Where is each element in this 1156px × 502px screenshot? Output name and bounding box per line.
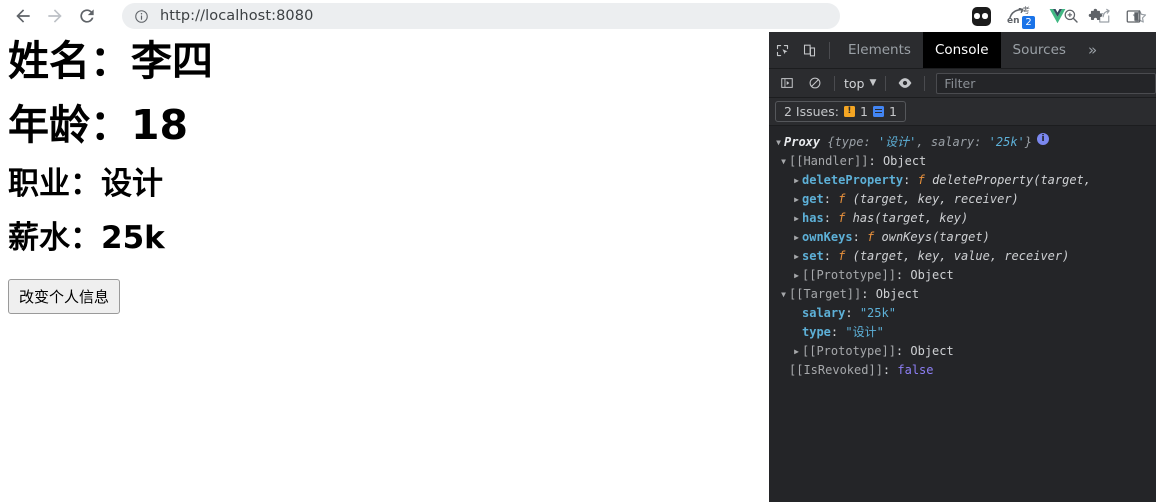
console-line-text: [[Prototype]]: Object [802,268,954,282]
browser-toolbar: http://localhost:8080 考 en 2 [0,0,1156,32]
console-line-target-type[interactable]: type: "设计" [769,323,1156,342]
info-count: 1 [888,104,897,119]
back-arrow-icon [16,9,30,23]
console-line-text: [[IsRevoked]]: false [789,363,934,377]
toolbar-right-icons: 考 en 2 [971,0,1156,32]
console-line-deleteProperty[interactable]: deleteProperty: f deleteProperty(target, [769,171,1156,190]
tab-elements[interactable]: Elements [836,32,923,68]
more-tabs-chevron-icon[interactable]: » [1078,32,1107,68]
disclosure-triangle-icon[interactable] [778,152,789,171]
job-heading: 职业：设计 [8,166,163,203]
console-line-text: deleteProperty: f deleteProperty(target, [802,173,1092,187]
live-expression-eye-icon[interactable] [891,69,919,97]
disclosure-triangle-icon[interactable] [791,209,802,228]
console-toolbar-divider-2 [885,75,887,91]
page-viewport: 姓名：李四 年龄：18 职业：设计 薪水：25k 改变个人信息 [0,32,769,502]
salary-heading: 薪水：25k [8,219,165,256]
device-toolbar-icon[interactable] [796,32,823,68]
url-text: http://localhost:8080 [160,8,314,24]
devtools-tabs: Elements Console Sources [836,32,1078,68]
warning-icon: ! [843,106,855,117]
chevron-down-icon: ▼ [869,78,877,88]
disclosure-triangle-icon[interactable] [791,266,802,285]
back-button[interactable] [8,1,38,31]
tabbar-divider [829,41,830,59]
console-toolbar: top ▼ Filter [769,69,1156,98]
devtools-tabbar: Elements Console Sources » [769,32,1156,69]
info-message-icon [872,106,884,117]
reload-button[interactable] [72,1,102,31]
disclosure-triangle-icon[interactable] [791,228,802,247]
vue-devtools-icon[interactable] [1040,0,1074,32]
console-line-has[interactable]: has: f has(target, key) [769,209,1156,228]
extensions-puzzle-icon[interactable] [1078,0,1112,32]
devtools-panel: Elements Console Sources » top ▼ Filter … [769,32,1156,502]
console-line-handler-prototype[interactable]: [[Prototype]]: Object [769,266,1156,285]
console-sidebar-icon[interactable] [773,69,801,97]
translate-target-lang: en [1007,16,1020,26]
console-line-text: type: "设计" [802,325,884,339]
console-line-text: [[Target]]: Object [789,287,920,301]
console-filter-placeholder: Filter [944,75,976,91]
change-info-button[interactable]: 改变个人信息 [8,279,121,315]
console-line-text: get: f (target, key, receiver) [802,192,1019,206]
issues-chip[interactable]: 2 Issues: ! 1 1 [775,101,906,122]
disclosure-triangle-icon[interactable] [773,133,784,152]
console-line-isrevoked[interactable]: [[IsRevoked]]: false [769,361,1156,380]
side-panel-icon[interactable] [1116,0,1150,32]
console-line-text: [[Prototype]]: Object [802,344,954,358]
console-line-text: Proxy {type: '设计', salary: '25k'} [784,135,1033,149]
disclosure-triangle-icon[interactable] [791,247,802,266]
age-heading: 年龄：18 [8,101,189,150]
translate-source-lang: 考 [1022,6,1030,15]
extension-icons: 考 en 2 [964,0,1150,32]
console-line-target-salary[interactable]: salary: "25k" [769,304,1156,323]
disclosure-triangle-icon[interactable] [778,285,789,304]
console-line-text: salary: "25k" [802,306,896,320]
translate-badge-count: 2 [1022,16,1035,29]
inspect-element-icon[interactable] [769,32,796,68]
console-line-handler[interactable]: [[Handler]]: Object [769,152,1156,171]
issues-label: 2 Issues: [784,104,839,119]
name-heading: 姓名：李四 [8,37,213,85]
tab-sources[interactable]: Sources [1001,32,1078,68]
disclosure-triangle-icon[interactable] [791,190,802,209]
console-line-ownKeys[interactable]: ownKeys: f ownKeys(target) [769,228,1156,247]
site-info-icon[interactable] [131,6,151,26]
forward-arrow-icon [48,9,62,23]
navigation-buttons [0,1,102,31]
console-line-target[interactable]: [[Target]]: Object [769,285,1156,304]
console-filter-input[interactable]: Filter [936,72,1156,94]
browser-window: http://localhost:8080 考 en 2 姓名：李四 年龄：18… [0,0,1156,502]
issues-bar: 2 Issues: ! 1 1 [769,98,1156,126]
console-line-set[interactable]: set: f (target, key, value, receiver) [769,247,1156,266]
console-context-label: top [844,75,865,91]
disclosure-triangle-icon[interactable] [791,342,802,361]
console-toolbar-divider-1 [834,75,835,91]
page-content: 姓名：李四 年龄：18 职业：设计 薪水：25k 改变个人信息 [0,32,769,315]
clear-console-icon[interactable] [801,69,829,97]
console-line-text: set: f (target, key, value, receiver) [802,249,1070,263]
console-line-text: has: f has(target, key) [802,211,969,225]
warning-count: 1 [859,104,868,119]
disclosure-triangle-icon[interactable] [791,171,802,190]
reader-extension-icon[interactable] [964,0,998,32]
address-bar[interactable]: http://localhost:8080 [122,3,840,29]
console-info-badge[interactable]: i [1037,133,1050,145]
console-line-get[interactable]: get: f (target, key, receiver) [769,190,1156,209]
reload-icon [80,9,94,23]
console-line-text: [[Handler]]: Object [789,154,927,168]
console-line-proxy-root[interactable]: Proxy {type: '设计', salary: '25k'} i [769,133,1156,152]
console-line-text: ownKeys: f ownKeys(target) [802,230,990,244]
translate-extension-icon[interactable]: 考 en 2 [1002,0,1036,32]
forward-button[interactable] [40,1,70,31]
console-output: Proxy {type: '设计', salary: '25k'} i [[Hand… [769,126,1156,502]
console-context-selector[interactable]: top ▼ [840,76,880,91]
console-toolbar-divider-3 [924,75,926,91]
console-line-target-prototype[interactable]: [[Prototype]]: Object [769,342,1156,361]
tab-console[interactable]: Console [922,32,1001,68]
